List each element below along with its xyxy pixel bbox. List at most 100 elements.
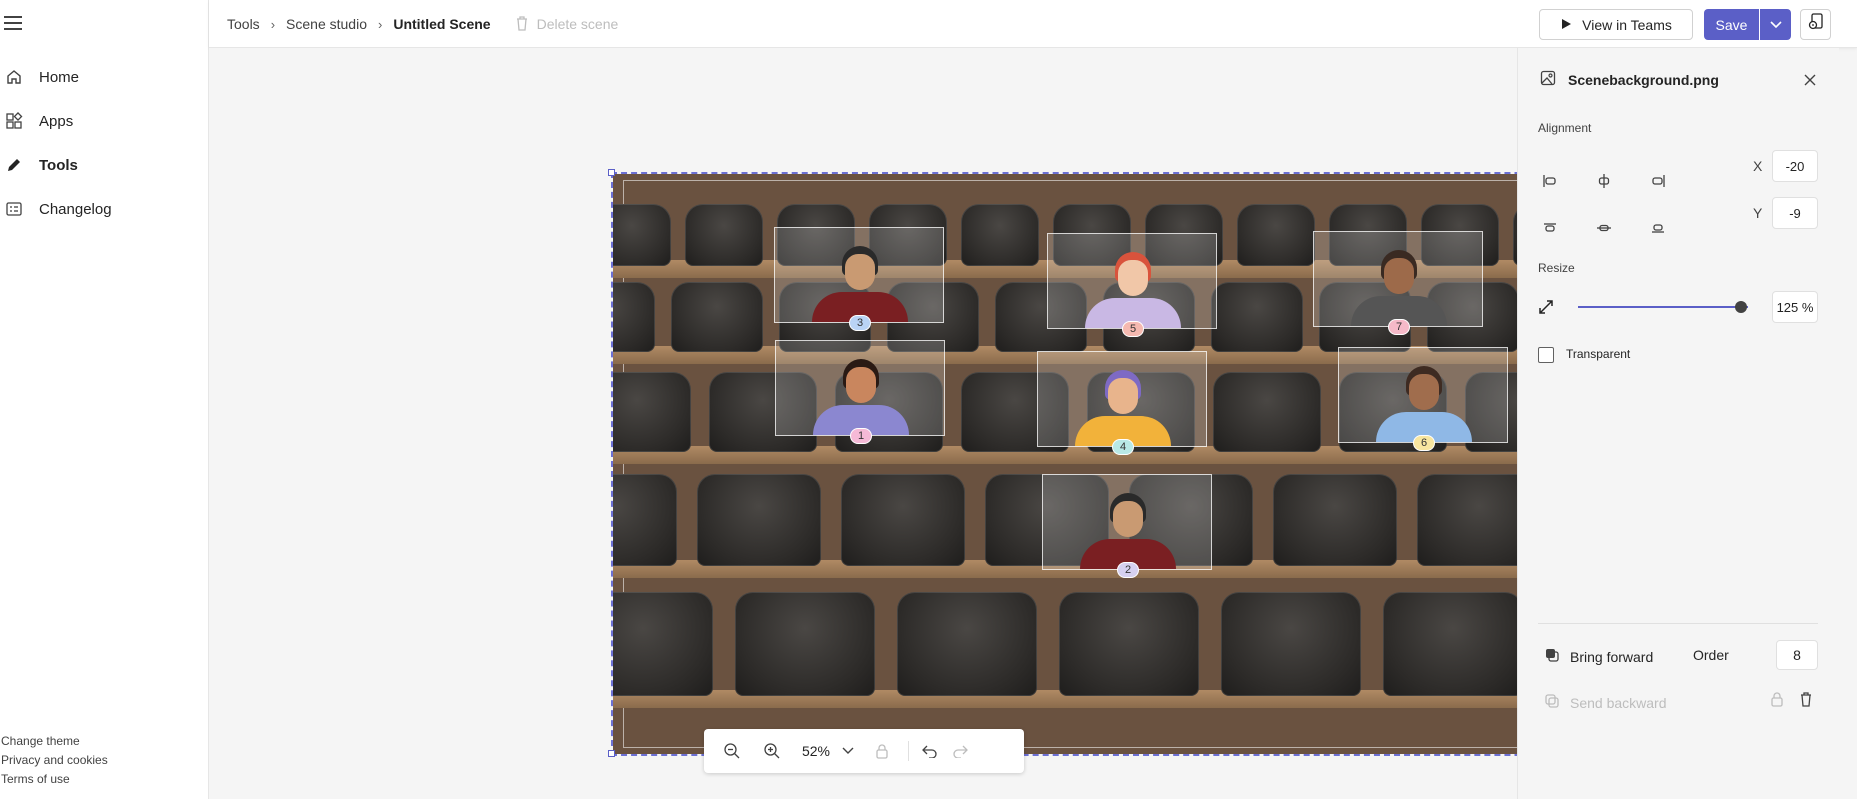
participant-slot[interactable]: 2 <box>1042 474 1212 578</box>
participant-slot[interactable]: 3 <box>774 227 944 331</box>
resize-handle-top-left[interactable] <box>608 169 615 176</box>
left-nav: Home Apps Tools Changelog Change theme P… <box>0 0 209 799</box>
align-middle-vertical-button[interactable] <box>1588 212 1620 244</box>
properties-panel: Scenebackground.png Alignment X Y Resize <box>1517 48 1839 799</box>
participant-slot[interactable]: 5 <box>1047 233 1217 337</box>
order-input[interactable]: 8 <box>1776 640 1818 670</box>
participant-slot[interactable]: 4 <box>1037 351 1207 455</box>
save-options-button[interactable] <box>1760 9 1791 40</box>
align-bottom-button[interactable] <box>1642 212 1674 244</box>
align-left-button[interactable] <box>1534 165 1566 197</box>
participant-number-badge: 1 <box>850 428 872 444</box>
seat <box>1273 474 1397 566</box>
lock-button[interactable] <box>862 729 902 773</box>
avatar-head <box>846 367 876 403</box>
seat <box>1221 592 1361 696</box>
seat <box>1213 372 1321 452</box>
scene-background-image[interactable]: 3 5 7 1 4 6 2 <box>613 174 1649 754</box>
changelog-icon <box>4 199 24 219</box>
bring-forward-button[interactable]: Bring forward <box>1544 647 1653 666</box>
zoom-level[interactable]: 52% <box>798 743 834 759</box>
device-preview-icon <box>1808 13 1824 36</box>
seat <box>613 592 713 696</box>
bring-forward-label: Bring forward <box>1570 648 1654 665</box>
toolbar-divider <box>908 741 909 761</box>
participant-number-badge: 4 <box>1112 439 1134 455</box>
resize-slider-track[interactable] <box>1578 306 1748 308</box>
nav-item-tools[interactable]: Tools <box>0 145 209 185</box>
terms-link[interactable]: Terms of use <box>1 770 108 789</box>
seat <box>613 474 677 566</box>
avatar-head <box>1118 260 1148 296</box>
avatar-head <box>1384 258 1414 294</box>
seat <box>1383 592 1523 696</box>
x-label: X <box>1753 158 1763 174</box>
app-window: Home Apps Tools Changelog Change theme P… <box>0 0 1857 799</box>
seat <box>697 474 821 566</box>
y-position-input[interactable] <box>1772 197 1818 229</box>
seat <box>685 204 763 266</box>
participant-slot[interactable]: 1 <box>775 340 945 444</box>
participant-number-badge: 6 <box>1413 435 1435 451</box>
align-top-button[interactable] <box>1534 212 1566 244</box>
avatar-head <box>1108 378 1138 414</box>
redo-button[interactable] <box>945 729 975 773</box>
send-backward-button[interactable]: Send backward <box>1544 693 1667 712</box>
resize-handle-bottom-left[interactable] <box>608 750 615 757</box>
close-icon <box>1804 74 1816 86</box>
seat <box>841 474 965 566</box>
chevron-down-icon <box>842 747 854 754</box>
privacy-link[interactable]: Privacy and cookies <box>1 751 108 770</box>
redo-icon <box>953 745 968 758</box>
align-center-horizontal-icon <box>1598 174 1610 188</box>
resize-percent-input[interactable]: 125 % <box>1772 291 1818 323</box>
image-icon <box>1540 70 1556 89</box>
view-in-teams-label: View in Teams <box>1582 16 1672 33</box>
transparent-checkbox[interactable] <box>1538 347 1554 363</box>
breadcrumb-tools[interactable]: Tools <box>227 16 260 32</box>
participant-number-badge: 5 <box>1122 321 1144 337</box>
save-button[interactable]: Save <box>1704 9 1759 40</box>
top-bar: Tools › Scene studio › Untitled Scene De… <box>209 0 1857 48</box>
seat <box>671 282 763 352</box>
align-center-horizontal-button[interactable] <box>1588 165 1620 197</box>
zoom-out-icon <box>724 743 740 759</box>
home-icon <box>4 67 24 87</box>
panel-title: Scenebackground.png <box>1540 70 1719 89</box>
participant-number-badge: 7 <box>1388 319 1410 335</box>
delete-layer-button[interactable] <box>1799 691 1813 712</box>
nav-item-home[interactable]: Home <box>0 57 209 97</box>
participant-slot[interactable]: 7 <box>1313 231 1483 335</box>
participant-slot[interactable]: 6 <box>1338 347 1508 451</box>
resize-label: Resize <box>1538 261 1575 275</box>
nav-item-changelog[interactable]: Changelog <box>0 189 209 229</box>
delete-scene-button[interactable]: Delete scene <box>515 15 618 34</box>
breadcrumb-separator: › <box>377 16 383 32</box>
zoom-dropdown-button[interactable] <box>834 729 862 773</box>
nav-item-label: Tools <box>39 156 78 174</box>
hamburger-menu-icon[interactable] <box>4 16 22 32</box>
lock-layer-button[interactable] <box>1770 691 1784 712</box>
nav-item-apps[interactable]: Apps <box>0 101 209 141</box>
nav-item-label: Apps <box>39 112 74 130</box>
x-position-input[interactable] <box>1772 150 1818 182</box>
lock-icon <box>876 744 888 759</box>
device-preview-button[interactable] <box>1800 9 1831 40</box>
zoom-out-button[interactable] <box>712 729 752 773</box>
align-right-button[interactable] <box>1642 165 1674 197</box>
bring-forward-icon <box>1544 647 1560 666</box>
view-in-teams-button[interactable]: View in Teams <box>1539 9 1693 40</box>
breadcrumb-scene-studio[interactable]: Scene studio <box>286 16 367 32</box>
close-panel-button[interactable] <box>1798 68 1822 92</box>
change-theme-link[interactable]: Change theme <box>1 732 108 751</box>
trash-icon <box>1801 692 1811 707</box>
avatar-head <box>845 254 875 290</box>
align-right-icon <box>1652 175 1665 187</box>
seat <box>735 592 875 696</box>
zoom-in-button[interactable] <box>752 729 792 773</box>
participant-number-badge: 2 <box>1117 562 1139 578</box>
resize-slider-thumb[interactable] <box>1735 301 1748 313</box>
undo-button[interactable] <box>915 729 945 773</box>
seat <box>613 372 691 452</box>
seat <box>961 204 1039 266</box>
